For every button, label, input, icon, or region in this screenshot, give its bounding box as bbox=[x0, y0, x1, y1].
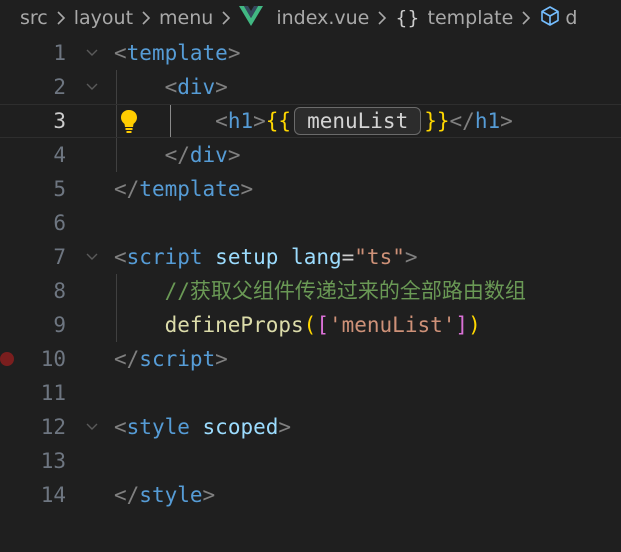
line-number: 10 bbox=[40, 347, 66, 371]
breadcrumb-item-layout[interactable]: layout bbox=[74, 7, 133, 29]
code-line[interactable]: 4 </div> bbox=[0, 138, 621, 172]
chevron-right-icon bbox=[213, 10, 239, 26]
code-text: <style scoped> bbox=[114, 415, 292, 439]
line-number: 3 bbox=[53, 109, 66, 133]
code-text: defineProps(['menuList']) bbox=[164, 313, 481, 337]
line-number: 2 bbox=[53, 75, 66, 99]
code-line[interactable]: 12 <style scoped> bbox=[0, 410, 621, 444]
line-number: 6 bbox=[53, 211, 66, 235]
breadcrumb-item-template[interactable]: {} template bbox=[395, 7, 513, 29]
line-number: 9 bbox=[53, 313, 66, 337]
line-number: 7 bbox=[53, 245, 66, 269]
chevron-down-icon[interactable] bbox=[84, 79, 100, 95]
code-line[interactable]: 11 bbox=[0, 376, 621, 410]
line-number: 1 bbox=[53, 41, 66, 65]
code-text: </style> bbox=[114, 483, 216, 507]
vue-logo-icon bbox=[239, 5, 276, 31]
code-line[interactable]: 10 </script> bbox=[0, 342, 621, 376]
chevron-down-icon[interactable] bbox=[84, 249, 100, 265]
line-number: 11 bbox=[40, 381, 66, 405]
code-text: //获取父组件传递过来的全部路由数组 bbox=[164, 279, 526, 303]
code-text: </script> bbox=[114, 347, 228, 371]
inline-variable-chip[interactable]: menuList bbox=[294, 107, 422, 135]
code-line[interactable]: 6 bbox=[0, 206, 621, 240]
chevron-down-icon[interactable] bbox=[84, 419, 100, 435]
breadcrumb-item-src[interactable]: src bbox=[20, 7, 48, 29]
breadcrumb: src layout menu index.vue {} template d bbox=[0, 0, 621, 36]
code-text: <script setup lang="ts"> bbox=[114, 245, 418, 269]
breadcrumb-element-label: d bbox=[565, 7, 578, 29]
line-number: 12 bbox=[40, 415, 66, 439]
code-text: <template> bbox=[114, 41, 241, 65]
line-number: 8 bbox=[53, 279, 66, 303]
chevron-right-icon bbox=[369, 10, 395, 26]
breadcrumb-item-file[interactable]: index.vue bbox=[239, 5, 370, 31]
code-text: </div> bbox=[164, 143, 241, 167]
code-text: <h1>{{menuList}}</h1> bbox=[215, 107, 513, 135]
line-number: 5 bbox=[53, 177, 66, 201]
code-line[interactable]: 5 </template> bbox=[0, 172, 621, 206]
chevron-right-icon bbox=[48, 10, 74, 26]
code-editor[interactable]: 1 <template> 2 <div> 3 <h1>{{menuList}}<… bbox=[0, 36, 621, 552]
code-line-current[interactable]: 3 <h1>{{menuList}}</h1> bbox=[0, 104, 621, 138]
breadcrumb-template-label: template bbox=[427, 7, 514, 29]
code-line[interactable]: 14 </style> bbox=[0, 478, 621, 512]
breadcrumb-file-label: index.vue bbox=[276, 7, 370, 29]
code-line[interactable]: 2 <div> bbox=[0, 70, 621, 104]
braces-icon: {} bbox=[395, 7, 420, 29]
breadcrumb-item-menu[interactable]: menu bbox=[159, 7, 213, 29]
chevron-down-icon[interactable] bbox=[84, 45, 100, 61]
line-number: 14 bbox=[40, 483, 66, 507]
line-number: 13 bbox=[40, 449, 66, 473]
chevron-right-icon bbox=[133, 10, 159, 26]
code-text: </template> bbox=[114, 177, 254, 201]
code-line[interactable]: 9 defineProps(['menuList']) bbox=[0, 308, 621, 342]
code-line[interactable]: 8 //获取父组件传递过来的全部路由数组 bbox=[0, 274, 621, 308]
line-number: 4 bbox=[53, 143, 66, 167]
code-text: <div> bbox=[164, 75, 228, 99]
breadcrumb-item-element[interactable]: d bbox=[539, 5, 577, 32]
cube-icon bbox=[539, 5, 565, 32]
chevron-right-icon bbox=[513, 10, 539, 26]
code-line[interactable]: 7 <script setup lang="ts"> bbox=[0, 240, 621, 274]
code-line[interactable]: 1 <template> bbox=[0, 36, 621, 70]
code-line[interactable]: 13 bbox=[0, 444, 621, 478]
